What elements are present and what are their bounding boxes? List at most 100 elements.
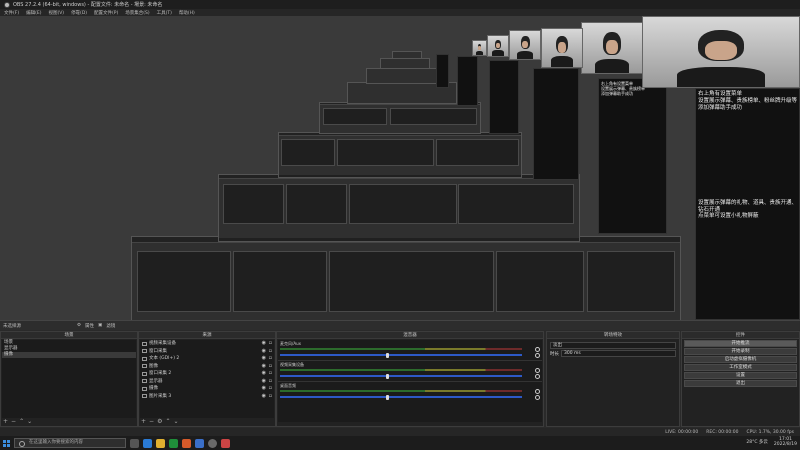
- obs-taskbar-icon[interactable]: [208, 438, 217, 448]
- windows-start-icon[interactable]: [3, 439, 10, 447]
- gear-icon[interactable]: [535, 395, 540, 400]
- menu-bar: 文件(F) 编辑(E) 视图(V) 停靠(D) 配置文件(P) 场景集合(S) …: [0, 9, 800, 16]
- menu-profile[interactable]: 配置文件(P): [94, 10, 118, 16]
- menu-file[interactable]: 文件(F): [4, 10, 19, 16]
- source-item[interactable]: 窗口采集 ◉ ▫: [140, 348, 274, 356]
- lock-icon[interactable]: ▫: [269, 378, 272, 386]
- menu-scene-collection[interactable]: 场景集合(S): [125, 10, 149, 16]
- gear-icon[interactable]: ⚙: [77, 323, 81, 328]
- lock-icon[interactable]: ▫: [269, 348, 272, 356]
- preview-canvas[interactable]: 右上角有设置菜单 设置展示弹幕、贵族榜单、粉丝牌升级等 添加弹幕助手成功 设置展…: [0, 16, 800, 320]
- remove-scene-button[interactable]: −: [11, 418, 16, 425]
- audio-meter: [280, 369, 522, 371]
- app-icon[interactable]: [195, 438, 204, 448]
- remove-source-button[interactable]: −: [149, 418, 154, 425]
- exit-button[interactable]: 退出: [684, 380, 797, 387]
- chrome-icon[interactable]: [182, 438, 191, 448]
- source-label: 视频采集设备: [149, 341, 176, 346]
- source-item[interactable]: 文本 (GDI+) 2 ◉ ▫: [140, 355, 274, 363]
- source-label: 摄像: [149, 386, 158, 391]
- transitions-dock: 转场特效 淡出 时长 300 ms: [546, 331, 680, 427]
- clock-date: 2022/8/19: [773, 442, 797, 447]
- move-down-icon[interactable]: ⌄: [27, 418, 32, 425]
- speaker-icon[interactable]: [535, 389, 540, 394]
- menu-dock[interactable]: 停靠(D): [71, 10, 87, 16]
- eye-icon[interactable]: ◉: [262, 355, 266, 363]
- edge-icon[interactable]: [143, 438, 152, 448]
- eye-icon[interactable]: ◉: [262, 363, 266, 371]
- eye-icon[interactable]: ◉: [262, 340, 266, 348]
- start-recording-button[interactable]: 开始录制: [684, 348, 797, 355]
- nested-capture-frame-2: [218, 174, 580, 242]
- volume-slider[interactable]: [280, 354, 522, 356]
- source-item[interactable]: 显示器 ◉ ▫: [140, 378, 274, 386]
- source-label: 图片采集 3: [149, 393, 172, 399]
- transition-select[interactable]: 淡出: [550, 342, 676, 349]
- task-view-icon[interactable]: [130, 438, 139, 448]
- start-virtual-camera-button[interactable]: 启动虚拟摄像机: [684, 356, 797, 363]
- lock-icon[interactable]: ▫: [269, 385, 272, 393]
- nested-capture-frame-6: [366, 68, 441, 84]
- filters-button[interactable]: 滤镜: [106, 323, 115, 329]
- source-label: 显示器: [149, 378, 163, 384]
- volume-slider[interactable]: [280, 396, 522, 398]
- obs-logo-icon: [4, 1, 10, 8]
- start-streaming-button[interactable]: 开始推流: [684, 340, 797, 347]
- source-item[interactable]: 图片采集 3 ◉ ▫: [140, 393, 274, 401]
- move-up-icon[interactable]: ⌃: [165, 418, 170, 425]
- clock[interactable]: 17:01 2022/8/19: [774, 437, 797, 447]
- lock-icon[interactable]: ▫: [269, 393, 272, 401]
- lock-icon[interactable]: ▫: [269, 340, 272, 348]
- eye-icon[interactable]: ◉: [262, 385, 266, 393]
- studio-mode-button[interactable]: 工作室模式: [684, 364, 797, 371]
- speaker-icon[interactable]: [535, 347, 540, 352]
- mixer-track: 桌面音频: [278, 382, 542, 403]
- eye-icon[interactable]: ◉: [262, 370, 266, 378]
- store-icon[interactable]: [169, 438, 178, 448]
- gear-icon[interactable]: ⚙: [157, 418, 162, 425]
- file-explorer-icon[interactable]: [156, 438, 165, 448]
- menu-view[interactable]: 视图(V): [48, 10, 64, 16]
- rec-status: REC: 00:00:00: [706, 429, 739, 435]
- add-source-button[interactable]: +: [141, 418, 146, 425]
- duration-input[interactable]: 300 ms: [561, 350, 676, 357]
- source-item[interactable]: 图像 ◉ ▫: [140, 363, 274, 371]
- move-up-icon[interactable]: ⌃: [19, 418, 24, 425]
- menu-help[interactable]: 帮助(H): [179, 10, 195, 16]
- eye-icon[interactable]: ◉: [262, 378, 266, 386]
- speaker-icon[interactable]: [535, 368, 540, 373]
- lock-icon[interactable]: ▫: [269, 363, 272, 371]
- lock-icon[interactable]: ▫: [269, 370, 272, 378]
- taskbar-search-box[interactable]: 在这里输入你要搜索的内容: [14, 438, 126, 448]
- text-icon: [142, 356, 147, 361]
- volume-slider[interactable]: [280, 375, 522, 377]
- source-item[interactable]: 摄像 ◉ ▫: [140, 385, 274, 393]
- eye-icon[interactable]: ◉: [262, 393, 266, 401]
- duration-label: 时长: [550, 352, 559, 357]
- track-name: 桌面音频: [280, 383, 296, 388]
- track-name: 视频采集设备: [280, 362, 304, 367]
- source-label: 文本 (GDI+) 2: [149, 356, 180, 361]
- menu-tools[interactable]: 工具(T): [157, 10, 172, 16]
- nested-capture-frame-4: [319, 102, 481, 134]
- gear-icon[interactable]: [535, 353, 540, 358]
- lock-icon[interactable]: ▫: [269, 355, 272, 363]
- add-scene-button[interactable]: +: [3, 418, 8, 425]
- move-down-icon[interactable]: ⌄: [173, 418, 178, 425]
- app-icon[interactable]: [221, 438, 230, 448]
- scene-item-selected[interactable]: 摄像: [2, 352, 136, 358]
- scenes-dock: 场景 场景 显示器 摄像 + − ⌃ ⌄: [0, 331, 138, 427]
- system-tray: 28°C 多云 17:01 2022/8/19: [746, 437, 797, 447]
- source-item[interactable]: 视频采集设备 ◉ ▫: [140, 340, 274, 348]
- nested-capture-frame-1: [131, 236, 681, 320]
- filter-icon[interactable]: ▣: [98, 323, 102, 328]
- properties-button[interactable]: 属性: [85, 323, 94, 329]
- settings-button[interactable]: 设置: [684, 372, 797, 379]
- menu-edit[interactable]: 编辑(E): [26, 10, 41, 16]
- eye-icon[interactable]: ◉: [262, 348, 266, 356]
- weather-label[interactable]: 28°C 多云: [746, 439, 768, 445]
- panel-large-lower-line-1: 设置展示弹幕的礼物、道具、贵族开通、钻石开通: [698, 199, 798, 213]
- source-item[interactable]: 窗口采集 2 ◉ ▫: [140, 370, 274, 378]
- gear-icon[interactable]: [535, 374, 540, 379]
- obs-status-bar: LIVE: 00:00:00 REC: 00:00:00 CPU: 1.7%, …: [0, 428, 800, 436]
